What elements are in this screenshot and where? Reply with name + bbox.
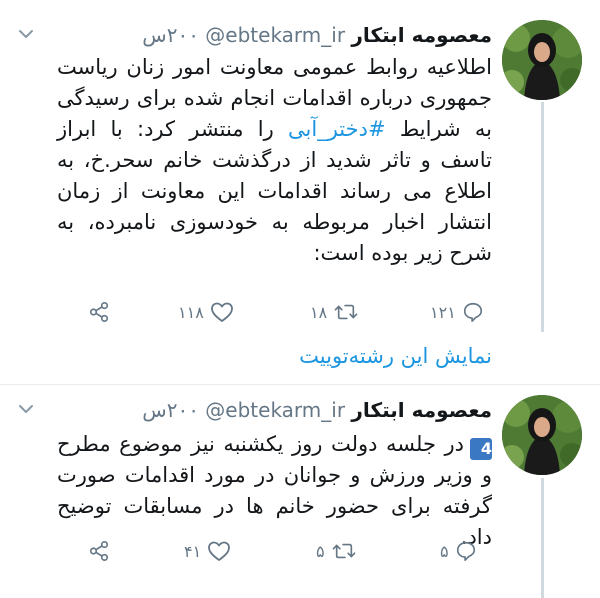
retweet-count: ۱۸	[310, 302, 328, 322]
retweet-icon	[332, 543, 355, 559]
like-count: ۴۱	[184, 541, 202, 561]
share-icon	[89, 541, 109, 561]
tweet-2[interactable]: معصومه ابتکار @ebtekarm_ir ۲۰۰س 4در جلسه…	[0, 385, 600, 598]
chevron-down-icon[interactable]	[18, 26, 34, 42]
number-four-emoji: 4	[470, 438, 492, 460]
tweet-text-part: در جلسه دولت روز یکشنبه نیز موضوع مطرح و…	[57, 432, 492, 549]
reply-icon	[456, 541, 475, 561]
user-handle[interactable]: @ebtekarm_ir	[205, 23, 345, 47]
tweet-header: معصومه ابتکار @ebtekarm_ir ۲۰۰س	[142, 22, 492, 48]
chevron-down-icon[interactable]	[18, 401, 34, 417]
share-button[interactable]	[88, 297, 110, 327]
tweet-text: اطلاعیه روابط عمومی معاونت امور زنان ریا…	[57, 52, 492, 269]
twitter-thread-view: معصومه ابتکار @ebtekarm_ir ۲۰۰س اطلاعیه …	[0, 0, 600, 598]
like-button[interactable]: ۱۱۸	[178, 297, 234, 327]
display-name[interactable]: معصومه ابتکار	[351, 23, 492, 47]
avatar-image	[502, 395, 582, 475]
reply-count: ۱۲۱	[430, 302, 456, 322]
tweet-1[interactable]: معصومه ابتکار @ebtekarm_ir ۲۰۰س اطلاعیه …	[0, 0, 600, 340]
like-count: ۱۱۸	[178, 302, 204, 322]
user-handle[interactable]: @ebtekarm_ir	[205, 398, 345, 422]
tweet-header: معصومه ابتکار @ebtekarm_ir ۲۰۰س	[142, 397, 492, 423]
avatar[interactable]	[502, 395, 582, 475]
share-button[interactable]	[88, 536, 110, 566]
tweet-text: 4در جلسه دولت روز یکشنبه نیز موضوع مطرح …	[57, 429, 492, 553]
hashtag-link[interactable]: #دختر_آبی	[288, 117, 386, 141]
reply-button[interactable]: ۱۲۱	[430, 297, 484, 327]
avatar[interactable]	[502, 20, 582, 100]
display-name[interactable]: معصومه ابتکار	[351, 398, 492, 422]
avatar-image	[502, 20, 582, 100]
show-thread-link[interactable]: نمایش این رشته‌توییت	[299, 342, 492, 370]
retweet-icon	[334, 304, 358, 320]
reply-button[interactable]: ۵	[440, 536, 477, 566]
tweet-timestamp[interactable]: ۲۰۰س	[142, 398, 199, 422]
retweet-count: ۵	[316, 541, 325, 561]
like-button[interactable]: ۴۱	[184, 536, 231, 566]
retweet-button[interactable]: ۱۸	[310, 297, 359, 327]
like-icon	[208, 541, 231, 561]
tweet-actions: ۱۲۱ ۱۸ ۱۱۸	[0, 297, 600, 327]
tweet-timestamp[interactable]: ۲۰۰س	[142, 23, 199, 47]
tweet-actions: ۵ ۵ ۴۱	[0, 536, 600, 566]
share-icon	[89, 302, 109, 322]
like-icon	[210, 302, 233, 322]
reply-count: ۵	[440, 541, 449, 561]
reply-icon	[463, 302, 482, 322]
retweet-button[interactable]: ۵	[316, 536, 357, 566]
